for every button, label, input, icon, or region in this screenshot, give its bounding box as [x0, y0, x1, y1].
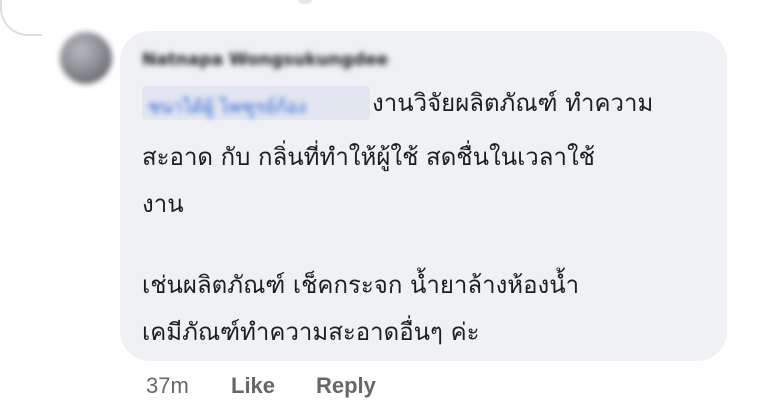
reply-button[interactable]: Reply: [316, 373, 376, 399]
comment-bubble: [120, 31, 727, 361]
parent-comment-edge: [298, 0, 312, 4]
comment-text-line-5: เคมีภัณฑ์ทำความสะอาดอื่นๆ ค่ะ: [142, 318, 480, 346]
avatar[interactable]: [60, 32, 112, 84]
like-button[interactable]: Like: [231, 373, 275, 399]
comment-thread: Natnapa Wongsukungdee ชนาได้ผู้ ไพฑูรย์ก…: [0, 0, 768, 420]
comment-timestamp[interactable]: 37m: [146, 373, 189, 399]
comment-text-line-3: งาน: [142, 190, 184, 218]
comment-text-line-4: เช่นผลิตภัณฑ์ เช็คกระจก น้ำยาล้างห้องน้ำ: [142, 271, 580, 299]
mention-tag-link[interactable]: ชนาได้ผู้ ไพฑูรย์ก้อง: [148, 92, 306, 121]
comment-text-line-1: งานวิจัยผลิตภัณฑ์ ทำความ: [372, 89, 654, 117]
thread-connector-line: [0, 0, 42, 36]
comment-author-name[interactable]: Natnapa Wongsukungdee: [142, 50, 388, 70]
comment-text-line-2: สะอาด กับ กลิ่นที่ทำให้ผู้ใช้ สดชื่นในเว…: [142, 143, 595, 171]
